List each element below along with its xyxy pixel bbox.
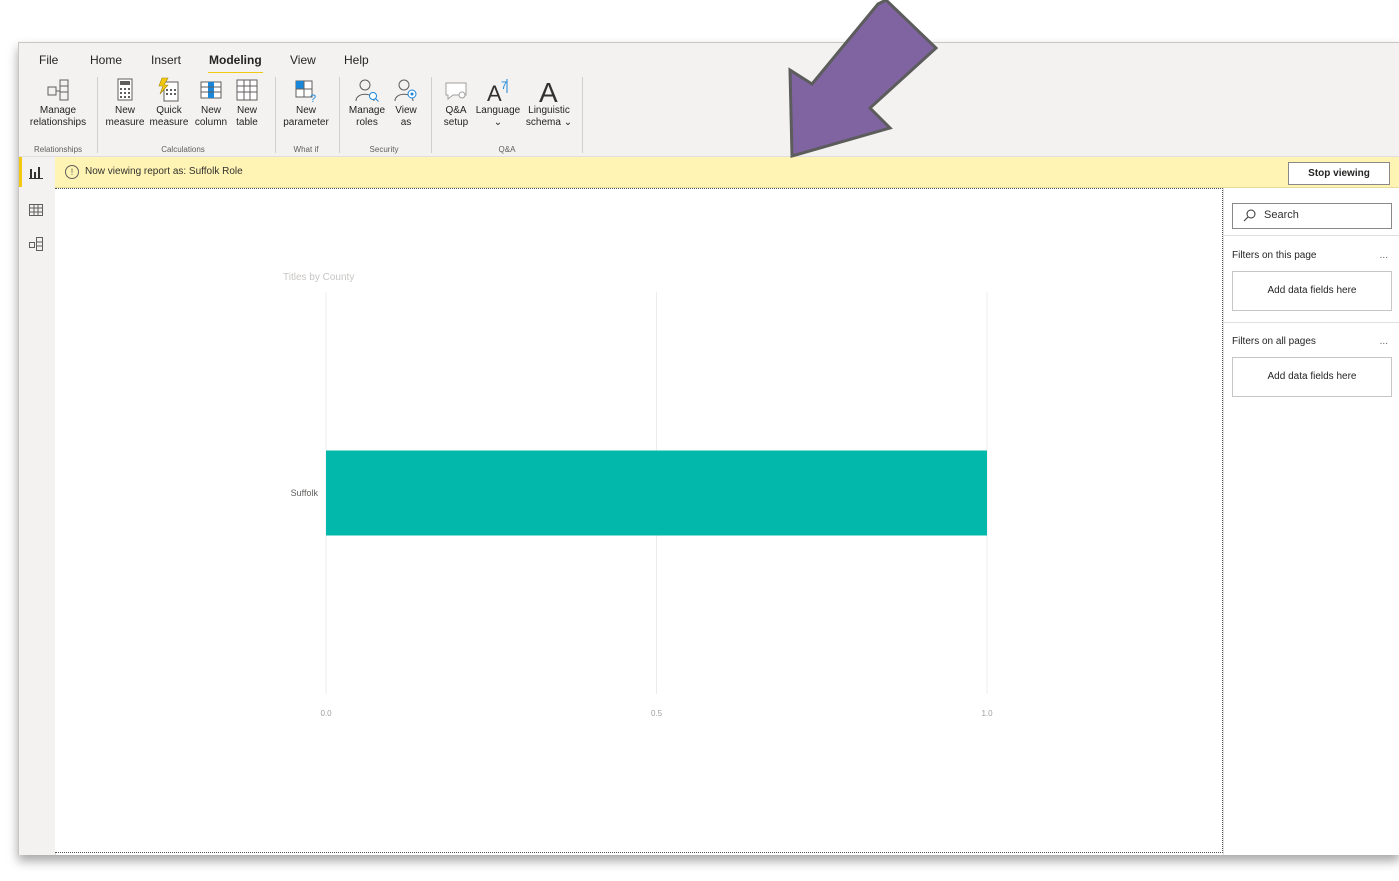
tab-modeling[interactable]: Modeling xyxy=(209,53,262,67)
report-canvas: Titles by County 0.0 0.5 1.0 Suffolk xyxy=(55,188,1223,853)
label-line2: measure xyxy=(149,117,189,128)
ribbon: Manage relationships New measure Quick m… xyxy=(19,73,1399,157)
search-placeholder: Search xyxy=(1264,209,1299,221)
chart-title: Titles by County xyxy=(283,272,354,283)
calculator-icon xyxy=(112,77,138,103)
all-pages-filters-dropzone[interactable]: Add data fields here xyxy=(1232,357,1392,397)
search-icon xyxy=(1243,209,1256,222)
more-options-icon[interactable]: ... xyxy=(1380,250,1388,261)
new-column-icon xyxy=(198,77,224,103)
x-tick-label: 1.0 xyxy=(981,709,993,718)
view-as-icon xyxy=(393,77,419,103)
label-line1: Language xyxy=(475,105,521,116)
separator xyxy=(582,77,583,153)
separator xyxy=(97,77,98,153)
label-line1: New xyxy=(200,105,221,116)
model-view-icon[interactable] xyxy=(29,237,43,251)
filters-pane: Search Filters on this page ... Add data… xyxy=(1223,188,1399,855)
label-line1: New xyxy=(295,105,316,116)
label-line2: schema ⌄ xyxy=(525,117,573,128)
bar-chart[interactable]: Titles by County 0.0 0.5 1.0 Suffolk xyxy=(55,189,1222,852)
label-line2: measure xyxy=(105,117,145,128)
ribbon-tabs: File Home Insert Modeling View Help xyxy=(19,43,1399,75)
new-measure-button[interactable]: New measure xyxy=(103,77,147,129)
language-icon: A7 xyxy=(485,77,511,106)
label-line1: View xyxy=(395,105,417,116)
parameter-icon: ? xyxy=(293,77,319,105)
y-tick-label: Suffolk xyxy=(291,488,319,498)
svg-text:A: A xyxy=(487,81,502,103)
view-rail xyxy=(19,157,56,855)
group-label-qa: Q&A xyxy=(498,145,516,154)
label-line2: as xyxy=(400,117,412,128)
label-line2: relationships xyxy=(29,117,87,128)
linguistic-schema-button[interactable]: A Linguistic schema ⌄ xyxy=(521,77,577,129)
manage-relationships-button[interactable]: Manage relationships xyxy=(27,77,89,129)
divider xyxy=(1224,322,1399,323)
tab-home[interactable]: Home xyxy=(90,53,122,67)
label-line1: Manage xyxy=(348,105,386,116)
tab-insert[interactable]: Insert xyxy=(151,53,181,67)
filters-on-page-heading: Filters on this page xyxy=(1232,250,1317,261)
bar[interactable] xyxy=(326,450,987,536)
new-column-button[interactable]: New column xyxy=(191,77,231,129)
label-line2: ⌄ xyxy=(493,117,503,128)
new-table-button[interactable]: New table xyxy=(231,77,263,129)
qa-setup-icon xyxy=(443,77,469,103)
group-label-calculations: Calculations xyxy=(161,145,205,154)
data-view-icon[interactable] xyxy=(29,203,43,217)
svg-text:7: 7 xyxy=(501,80,507,92)
separator xyxy=(339,77,340,153)
report-view-icon[interactable] xyxy=(29,166,43,180)
new-table-icon xyxy=(234,77,260,103)
language-button[interactable]: A7 Language ⌄ xyxy=(475,77,521,129)
tab-help[interactable]: Help xyxy=(344,53,369,67)
divider xyxy=(1224,235,1399,236)
warning-icon: ! xyxy=(65,165,79,179)
svg-text:?: ? xyxy=(310,93,316,103)
label-line1: Linguistic xyxy=(528,105,570,116)
group-label-whatif: What if xyxy=(293,145,319,154)
label-line1: Quick xyxy=(156,105,182,116)
active-view-indicator xyxy=(19,157,22,187)
label-line2: roles xyxy=(356,117,378,128)
label-line2: setup xyxy=(443,117,469,128)
linguistic-schema-icon: A xyxy=(536,77,562,108)
quick-measure-icon xyxy=(156,77,182,103)
group-label-security: Security xyxy=(369,145,399,154)
label-line2: parameter xyxy=(283,117,329,128)
quick-measure-button[interactable]: Quick measure xyxy=(147,77,191,129)
tab-view[interactable]: View xyxy=(290,53,316,67)
separator xyxy=(275,77,276,153)
x-tick-label: 0.5 xyxy=(651,709,663,718)
app-window: File Home Insert Modeling View Help Mana… xyxy=(18,42,1399,855)
stop-viewing-button[interactable]: Stop viewing xyxy=(1288,162,1390,185)
more-options-icon[interactable]: ... xyxy=(1380,336,1388,347)
label-line1: Q&A xyxy=(445,105,467,116)
label-line2: column xyxy=(194,117,228,128)
manage-roles-button[interactable]: Manage roles xyxy=(345,77,389,129)
label-line1: New xyxy=(236,105,257,116)
new-parameter-button[interactable]: ? New parameter xyxy=(281,77,331,129)
manage-roles-icon xyxy=(354,77,380,103)
annotation-arrow-icon xyxy=(788,0,938,158)
label-line1: Manage xyxy=(39,105,77,116)
filters-on-all-pages-heading: Filters on all pages xyxy=(1232,336,1316,347)
separator xyxy=(431,77,432,153)
group-label-relationships: Relationships xyxy=(33,145,83,154)
search-input[interactable]: Search xyxy=(1232,203,1392,229)
relationships-icon xyxy=(45,77,71,103)
view-as-role-banner: ! Now viewing report as: Suffolk Role St… xyxy=(55,157,1399,188)
view-as-button[interactable]: View as xyxy=(389,77,423,129)
tab-file[interactable]: File xyxy=(39,53,58,67)
page-filters-dropzone[interactable]: Add data fields here xyxy=(1232,271,1392,311)
svg-text:A: A xyxy=(539,77,558,103)
label-line2: table xyxy=(236,117,258,128)
qa-setup-button[interactable]: Q&A setup xyxy=(437,77,475,129)
role-banner-message: Now viewing report as: Suffolk Role xyxy=(85,166,243,177)
x-tick-label: 0.0 xyxy=(320,709,332,718)
label-line1: New xyxy=(114,105,135,116)
